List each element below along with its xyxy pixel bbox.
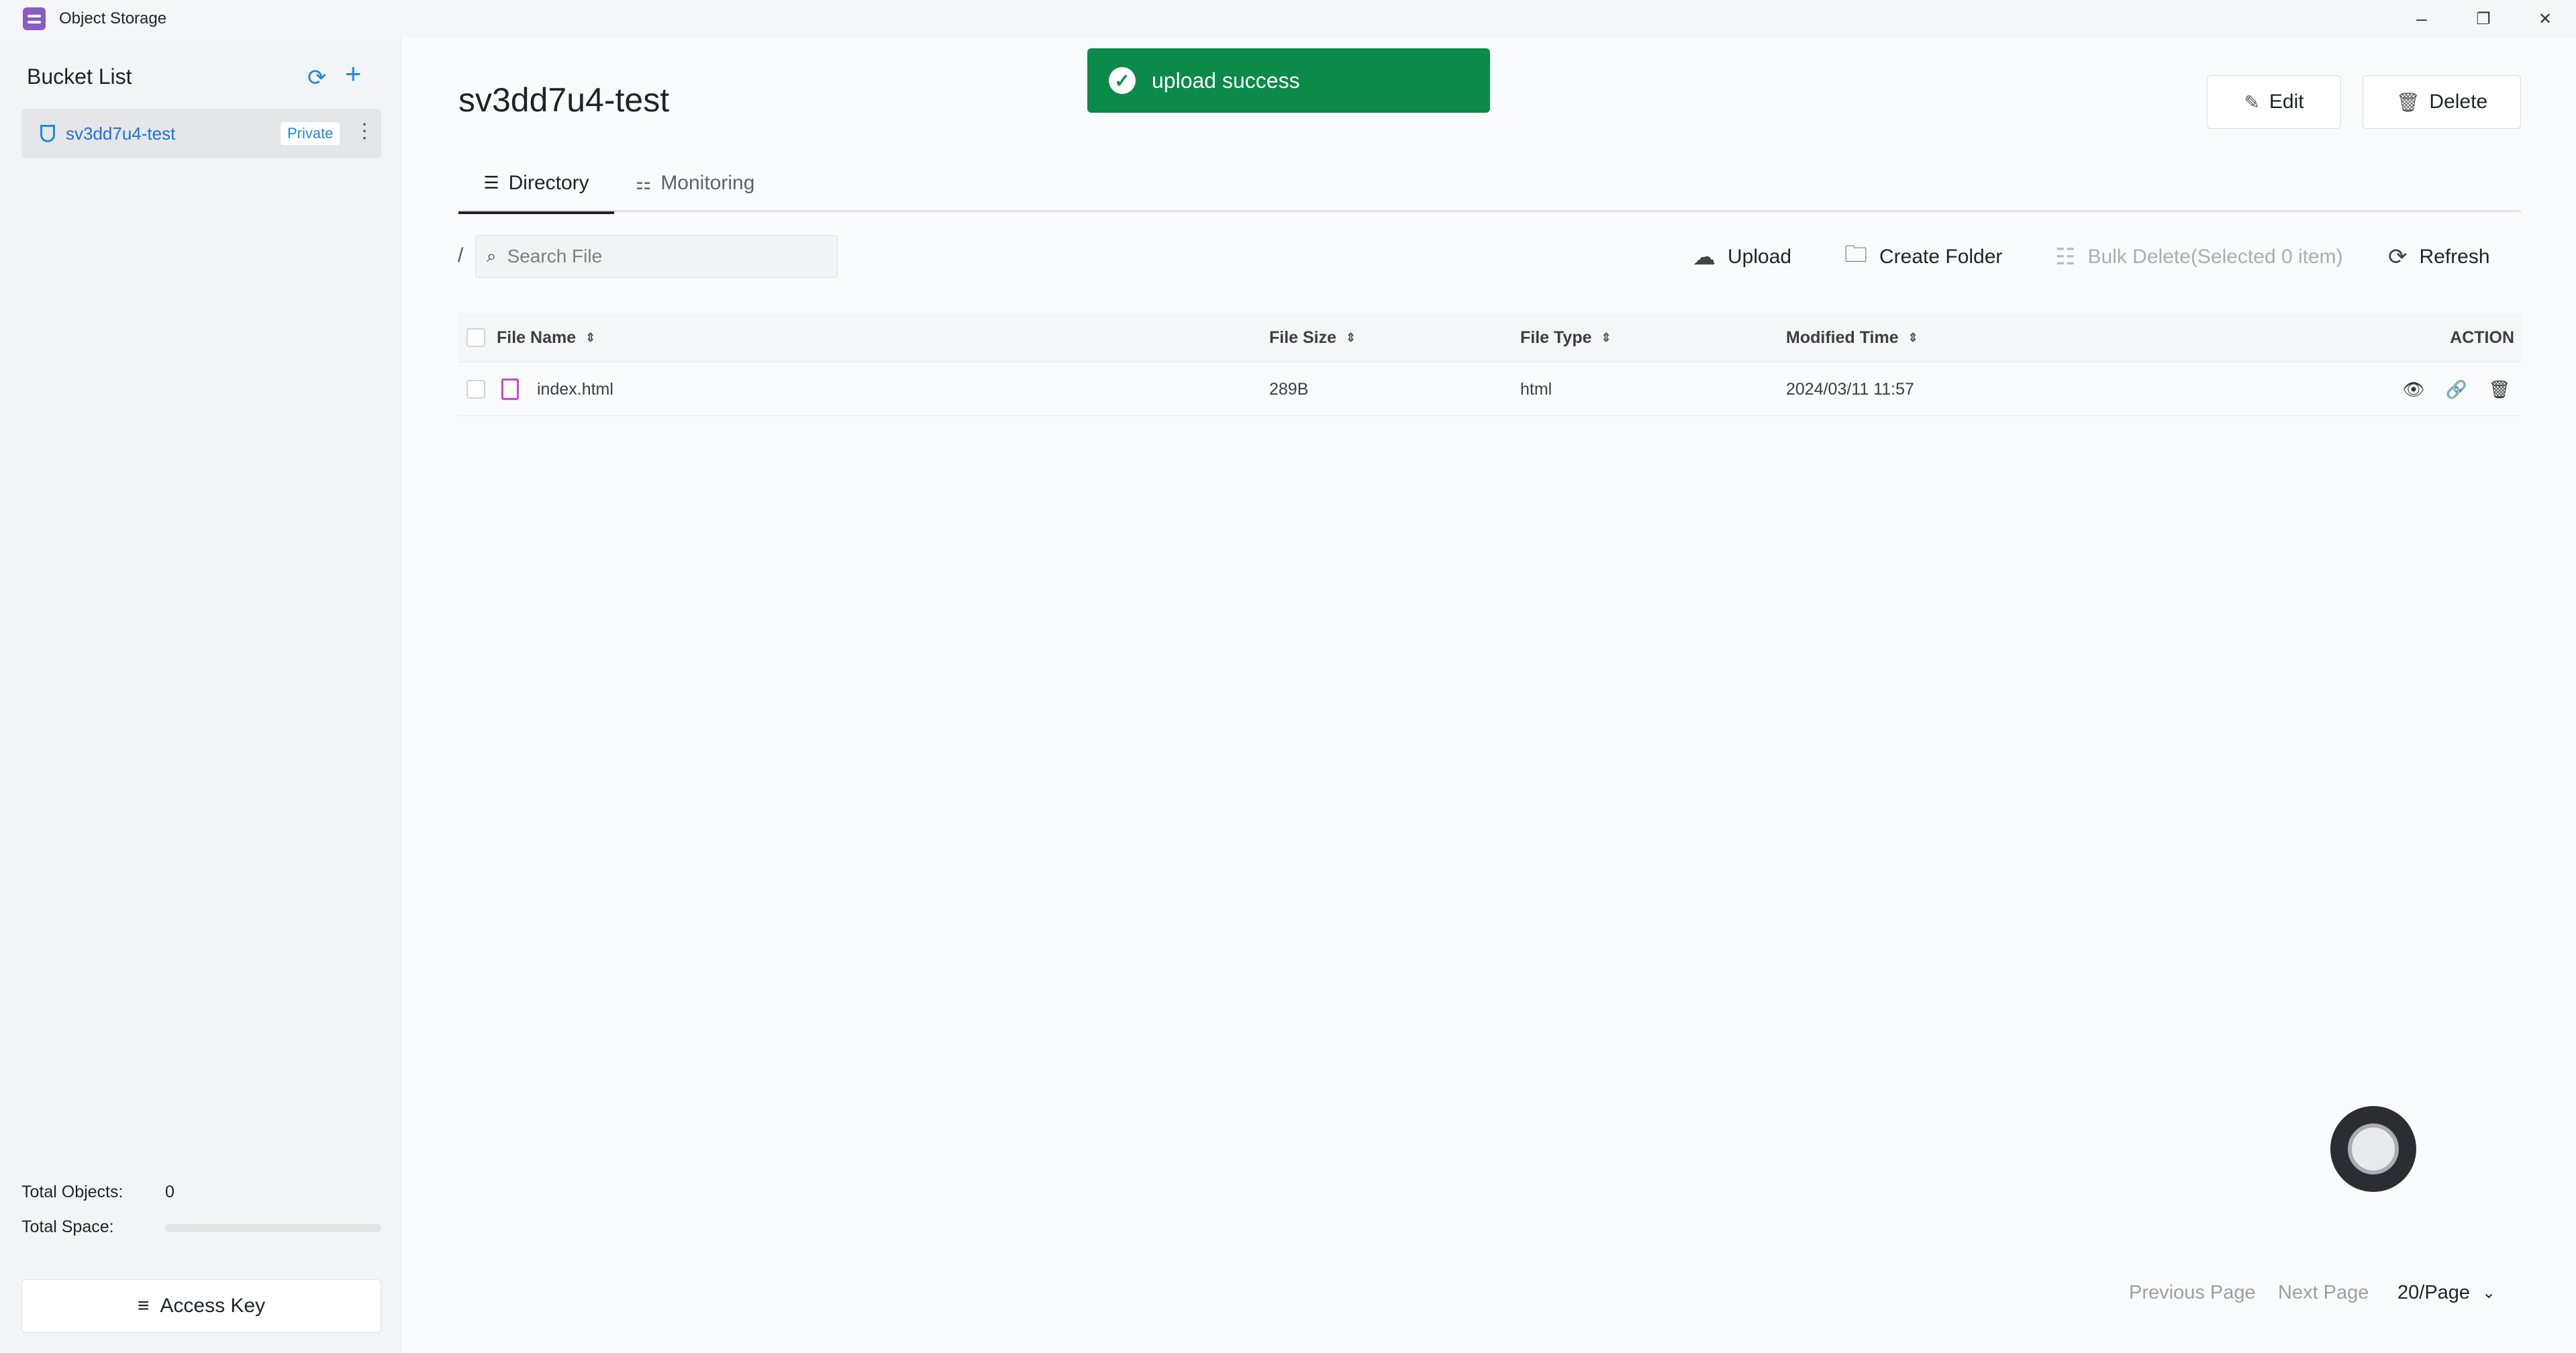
column-file-size[interactable]: File Size ⇕ (1269, 313, 1356, 362)
copy-link-icon[interactable]: 🔗 (2443, 376, 2470, 403)
total-objects-label: Total Objects: (21, 1183, 123, 1201)
total-space-label: Total Space: (21, 1217, 114, 1236)
tab-bar: ☰ Directory ⚏ Monitoring (458, 154, 2521, 214)
refresh-label: Refresh (2419, 246, 2490, 268)
minimize-button[interactable]: – (2391, 0, 2453, 38)
floating-assistant-button[interactable] (2330, 1106, 2416, 1192)
shield-icon (40, 125, 55, 142)
total-space-bar (165, 1224, 381, 1232)
page-size-select[interactable]: 20/Page ⌄ (2397, 1282, 2495, 1304)
upload-button[interactable]: ☁ Upload (1693, 242, 1791, 272)
close-button[interactable]: ✕ (2514, 0, 2576, 38)
access-key-button[interactable]: ≡ Access Key (21, 1279, 381, 1333)
file-type: html (1520, 379, 1552, 399)
edit-label: Edit (2269, 91, 2304, 113)
column-file-name-label: File Name (497, 328, 577, 347)
refresh-icon: ⟳ (2388, 244, 2408, 270)
directory-icon: ☰ (483, 172, 499, 193)
breadcrumb[interactable]: / (458, 244, 463, 267)
create-folder-label: Create Folder (1879, 246, 2003, 268)
title-bar: Object Storage – ❐ ✕ (0, 0, 2576, 38)
column-file-name[interactable]: File Name ⇕ (497, 313, 595, 362)
search-box: ⌕ (475, 235, 838, 278)
window-title: Object Storage (59, 9, 167, 28)
delete-label: Delete (2429, 91, 2488, 113)
page-size-value: 20/Page (2397, 1282, 2471, 1303)
bulk-delete-label: Bulk Delete(Selected 0 item) (2087, 246, 2343, 268)
menu-lines-icon: ≡ (137, 1295, 150, 1317)
tab-directory-label: Directory (508, 171, 589, 194)
window-controls: – ❐ ✕ (2391, 0, 2576, 38)
file-size: 289B (1269, 379, 1309, 399)
edit-icon: ✎ (2244, 91, 2260, 113)
bucket-item[interactable]: sv3dd7u4-test Private ⋮ (21, 109, 381, 158)
column-file-type[interactable]: File Type ⇕ (1520, 313, 1612, 362)
table-row[interactable]: index.html 289B html 2024/03/11 11:57 👁 … (458, 362, 2521, 416)
previous-page-button[interactable]: Previous Page (2129, 1282, 2256, 1304)
table-header: File Name ⇕ File Size ⇕ File Type ⇕ Modi… (458, 313, 2521, 362)
sidebar: Bucket List ⟳ + sv3dd7u4-test Private ⋮ … (0, 38, 401, 1353)
delete-file-icon[interactable]: 🗑 (2486, 376, 2513, 403)
column-modified-time-label: Modified Time (1786, 328, 1899, 347)
app-logo-icon (23, 7, 46, 30)
column-file-size-label: File Size (1269, 328, 1337, 347)
row-checkbox[interactable] (466, 380, 485, 399)
sort-icon[interactable]: ⇕ (1346, 331, 1356, 345)
column-file-type-label: File Type (1520, 328, 1592, 347)
page-title: sv3dd7u4-test (458, 81, 670, 119)
check-circle-icon: ✓ (1109, 67, 1136, 94)
total-objects-value: 0 (165, 1183, 175, 1201)
tab-monitoring[interactable]: ⚏ Monitoring (636, 154, 754, 212)
more-options-icon[interactable]: ⋮ (354, 119, 375, 143)
preview-eye-icon[interactable]: 👁 (2400, 376, 2427, 403)
sort-icon[interactable]: ⇕ (1601, 331, 1612, 345)
column-action-label: ACTION (2450, 328, 2514, 347)
floating-button-inner (2348, 1123, 2399, 1174)
file-icon (501, 379, 519, 400)
list-check-icon: ☷ (2055, 244, 2076, 270)
create-folder-button[interactable]: 🗀 Create Folder (1844, 242, 2002, 272)
sort-icon[interactable]: ⇕ (1908, 331, 1918, 345)
delete-button[interactable]: 🗑 Delete (2363, 75, 2521, 129)
cloud-upload-icon: ☁ (1693, 244, 1716, 270)
restore-button[interactable]: ❐ (2453, 0, 2514, 38)
toast-message: upload success (1152, 68, 1300, 93)
column-action: ACTION (2450, 313, 2514, 362)
tab-directory[interactable]: ☰ Directory (458, 154, 614, 214)
bucket-list-heading: Bucket List (27, 64, 132, 89)
access-key-label: Access Key (160, 1295, 266, 1317)
chevron-down-icon: ⌄ (2482, 1284, 2496, 1302)
folder-add-icon: 🗀 (1844, 241, 1867, 267)
upload-label: Upload (1728, 246, 1792, 268)
file-modified-time: 2024/03/11 11:57 (1786, 379, 1914, 399)
search-icon: ⌕ (487, 246, 497, 266)
bucket-access-badge: Private (281, 122, 340, 145)
bucket-name: sv3dd7u4-test (66, 123, 176, 144)
tab-monitoring-label: Monitoring (660, 172, 755, 194)
object-storage-app: Object Storage – ❐ ✕ Bucket List ⟳ + sv3… (0, 0, 2576, 1353)
column-modified-time[interactable]: Modified Time ⇕ (1786, 313, 1918, 362)
success-toast: ✓ upload success (1087, 48, 1490, 113)
next-page-button[interactable]: Next Page (2278, 1282, 2369, 1304)
edit-button[interactable]: ✎ Edit (2207, 75, 2341, 129)
trash-icon: 🗑 (2395, 91, 2420, 113)
bulk-delete-button[interactable]: ☷ Bulk Delete(Selected 0 item) (2055, 242, 2343, 272)
select-all-checkbox[interactable] (466, 328, 485, 347)
refresh-buckets-icon[interactable]: ⟳ (307, 64, 327, 91)
file-name[interactable]: index.html (537, 362, 613, 416)
search-input[interactable] (507, 246, 803, 267)
refresh-button[interactable]: ⟳ Refresh (2388, 242, 2490, 272)
monitoring-icon: ⚏ (636, 172, 652, 193)
add-bucket-icon[interactable]: + (345, 60, 362, 88)
sort-icon[interactable]: ⇕ (585, 331, 595, 345)
